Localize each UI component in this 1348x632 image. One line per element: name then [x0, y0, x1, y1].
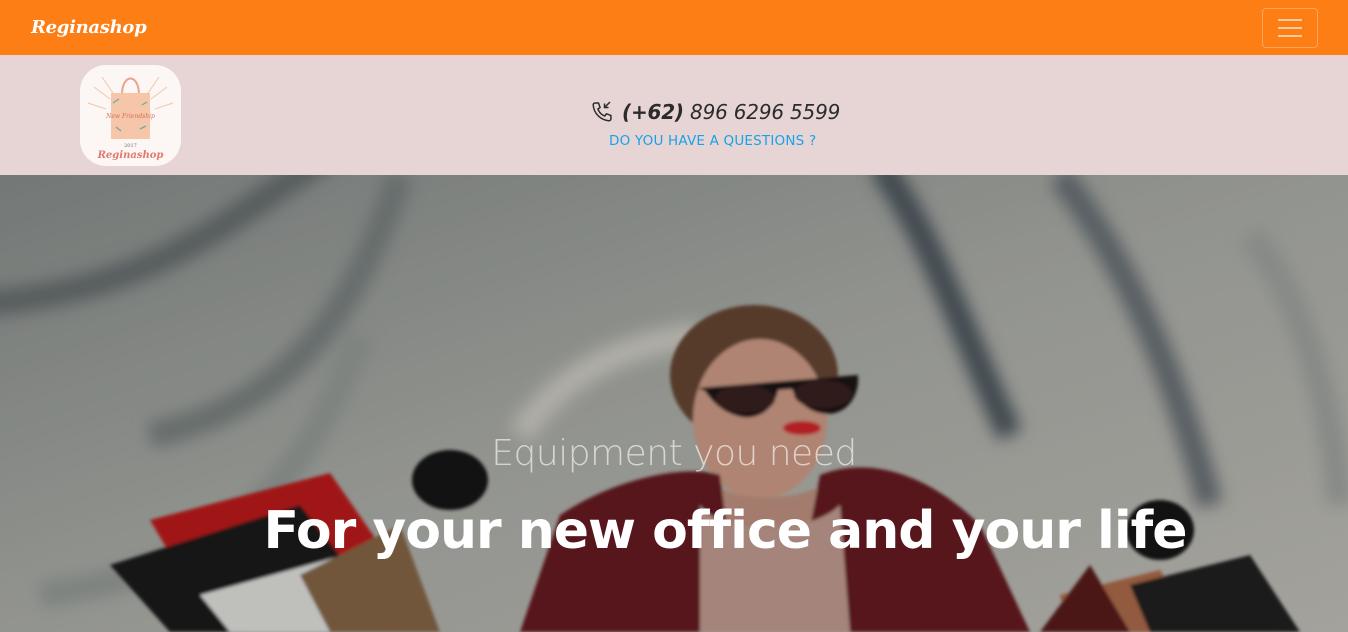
- hero-title: For your new office and your life: [263, 501, 1187, 561]
- phone-contact: (+62) 896 6296 5599: [590, 98, 840, 126]
- shopping-bag-logo: New Friendship 2017 Reginashop: [87, 76, 174, 161]
- phone-incoming-icon: [592, 101, 612, 122]
- hero-subtitle: Equipment you need: [491, 433, 857, 474]
- hero-banner: Equipment you need For your new office a…: [0, 175, 1348, 632]
- menu-toggle-button[interactable]: [1262, 7, 1318, 48]
- questions-link[interactable]: DO YOU HAVE A QUESTIONS ?: [609, 133, 816, 149]
- logo-bag-text: New Friendship: [105, 113, 155, 120]
- logo-year: 2017: [124, 143, 137, 149]
- shop-logo[interactable]: New Friendship 2017 Reginashop: [80, 65, 181, 166]
- top-navbar: Reginashop: [0, 0, 1348, 55]
- phone-number: 896 6296 5599: [690, 100, 841, 124]
- contact-info-bar: New Friendship 2017 Reginashop (+62) 896…: [0, 55, 1348, 175]
- phone-country-code: (+62): [622, 100, 684, 124]
- logo-name: Reginashop: [97, 150, 164, 161]
- hamburger-menu-icon: [1278, 18, 1302, 37]
- brand-link[interactable]: Reginashop: [31, 17, 147, 38]
- hero-dark-overlay: [0, 175, 1348, 632]
